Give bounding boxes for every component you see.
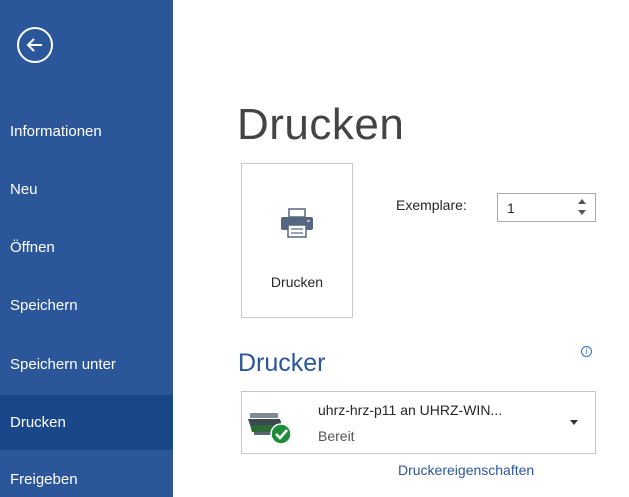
nav-item-oeffnen[interactable]: Öffnen: [0, 220, 173, 275]
copies-label: Exemplare:: [396, 197, 467, 213]
copies-input[interactable]: [507, 198, 567, 217]
nav-item-label: Neu: [10, 181, 38, 198]
nav-item-label: Öffnen: [10, 239, 55, 256]
nav-item-label: Speichern: [10, 297, 78, 314]
nav-item-informationen[interactable]: Informationen: [0, 104, 173, 159]
printer-section-title: Drucker: [238, 349, 326, 377]
printer-icon: [281, 208, 313, 238]
chevron-down-icon[interactable]: [570, 420, 578, 425]
printer-properties-link[interactable]: Druckereigenschaften: [398, 462, 534, 478]
print-button[interactable]: Drucken: [241, 163, 353, 318]
backstage-sidebar: Informationen Neu Öffnen Speichern Speic…: [0, 0, 173, 497]
spin-down-icon[interactable]: [578, 210, 586, 215]
nav-item-label: Freigeben: [10, 471, 78, 488]
printer-status-icon: [248, 413, 292, 445]
nav-item-label: Drucken: [10, 414, 66, 431]
arrow-left-icon: [26, 38, 42, 52]
printer-name: uhrz-hrz-p11 an UHRZ-WIN...: [318, 402, 503, 418]
nav-item-drucken[interactable]: Drucken: [0, 395, 173, 450]
print-button-label: Drucken: [270, 274, 324, 290]
nav-item-label: Speichern unter: [10, 356, 116, 373]
nav-item-speichern[interactable]: Speichern: [0, 278, 173, 333]
printer-status: Bereit: [318, 428, 355, 444]
info-icon[interactable]: i: [581, 346, 592, 357]
nav-item-label: Informationen: [10, 123, 102, 140]
spin-up-icon[interactable]: [578, 199, 586, 204]
back-button[interactable]: [17, 27, 53, 63]
page-title: Drucken: [237, 100, 405, 149]
copies-stepper[interactable]: [497, 193, 596, 222]
nav-item-neu[interactable]: Neu: [0, 162, 173, 217]
nav-item-freigeben[interactable]: Freigeben: [0, 452, 173, 497]
printer-dropdown[interactable]: uhrz-hrz-p11 an UHRZ-WIN... Bereit: [241, 391, 596, 454]
nav-item-speichern-unter[interactable]: Speichern unter: [0, 337, 173, 392]
